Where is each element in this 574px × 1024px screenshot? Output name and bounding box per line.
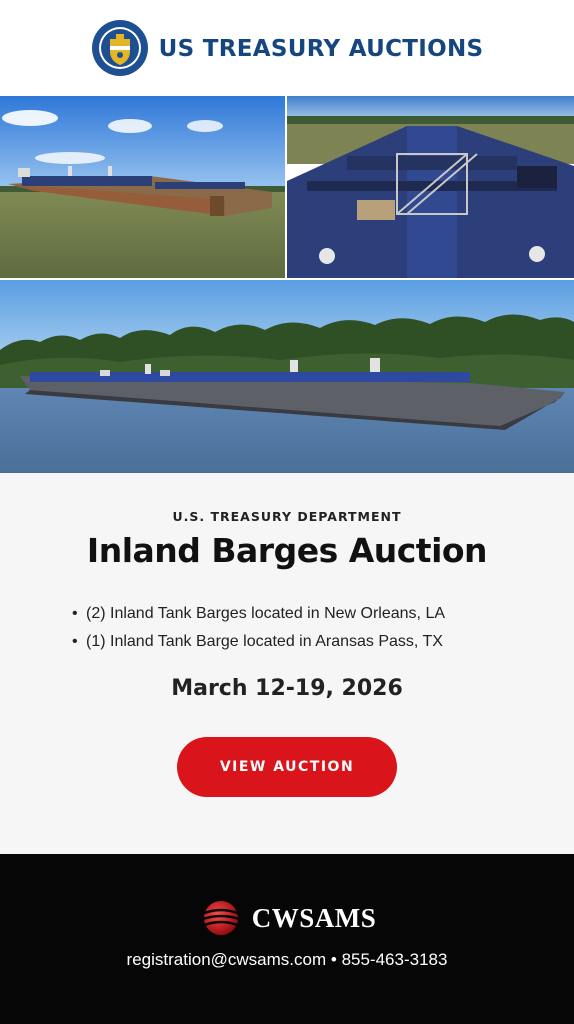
header: US TREASURY AUCTIONS	[0, 0, 574, 95]
brand-name: US TREASURY AUCTIONS	[158, 35, 484, 62]
department-eyebrow: U.S. TREASURY DEPARTMENT	[172, 509, 402, 524]
footer: CWSAMS registration@cwsams.com • 855-463…	[0, 854, 574, 1024]
list-item: (1) Inland Tank Barge located in Aransas…	[72, 628, 445, 656]
barge-location-list: (2) Inland Tank Barges located in New Or…	[72, 600, 445, 656]
phone-number-link[interactable]: 855-463-3183	[342, 950, 448, 969]
contact-line: registration@cwsams.com • 855-463-3183	[0, 950, 574, 970]
view-auction-button[interactable]: VIEW AUCTION	[177, 737, 397, 797]
registration-email-link[interactable]: registration@cwsams.com	[127, 950, 327, 969]
cwsams-logo[interactable]: CWSAMS	[0, 898, 574, 938]
list-item: (2) Inland Tank Barges located in New Or…	[72, 600, 445, 628]
separator-dot: •	[330, 950, 342, 969]
cwsams-logo-text: CWSAMS	[251, 902, 377, 933]
auction-info-panel: U.S. TREASURY DEPARTMENT Inland Barges A…	[0, 473, 574, 854]
barge-side-view-photo	[0, 96, 285, 278]
treasury-seal-icon	[91, 19, 148, 76]
auction-title: Inland Barges Auction	[86, 531, 488, 570]
cwsams-sphere-icon	[199, 901, 243, 935]
barge-deck-walkway-photo	[287, 96, 574, 278]
barge-river-tree-line-photo	[0, 280, 574, 473]
auction-date: March 12-19, 2026	[171, 676, 403, 701]
